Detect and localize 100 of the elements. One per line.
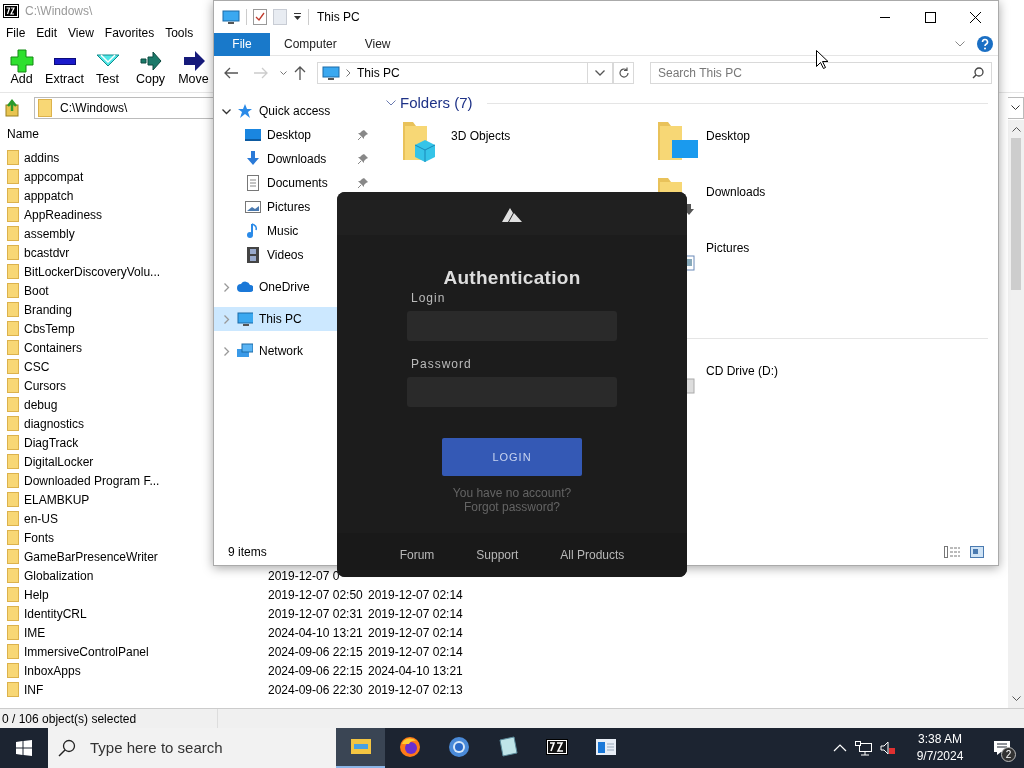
menu-item[interactable]: Tools (159, 23, 199, 42)
taskbar-app[interactable] (336, 728, 385, 768)
menu-item[interactable]: File (0, 23, 31, 42)
caret-icon (1012, 126, 1021, 132)
footer-link[interactable]: Support (476, 546, 519, 564)
notification-button[interactable]: 2 (980, 728, 1024, 768)
folder-icon (7, 169, 19, 184)
dropdown-button[interactable] (1008, 97, 1024, 119)
file-name[interactable]: GameBarPresenceWriter (24, 547, 158, 566)
expand-icon[interactable] (221, 346, 231, 356)
recent-button[interactable] (280, 71, 287, 75)
caret-icon (280, 71, 287, 75)
footer-link[interactable]: All Products (560, 546, 625, 564)
dropdown-icon[interactable] (595, 70, 606, 76)
file-name[interactable]: appcompat (24, 167, 84, 186)
file-name[interactable]: ImmersiveControlPanel (24, 642, 149, 661)
folder-icon (7, 283, 19, 298)
date-cell-text: 2019-12-07 02:31 (268, 605, 363, 623)
collapse-icon[interactable] (221, 106, 231, 116)
address-field[interactable]: This PC (317, 62, 589, 84)
file-name[interactable]: Cursors (24, 376, 66, 395)
back-button[interactable] (224, 66, 239, 80)
file-name[interactable]: IdentityCRL (24, 604, 87, 623)
folder-icon (7, 511, 19, 526)
folder-item[interactable]: Desktop (654, 120, 909, 176)
file-name[interactable]: bcastdvr (24, 243, 70, 262)
file-name[interactable]: CSC (24, 357, 50, 376)
file-name[interactable]: addins (24, 148, 60, 167)
file-name[interactable]: assembly (24, 224, 75, 243)
folder-icon (7, 264, 19, 279)
network-icon (855, 740, 873, 756)
toolbar-button[interactable]: Add (0, 43, 43, 92)
file-name[interactable]: Containers (24, 338, 83, 357)
up-folder-icon[interactable] (4, 99, 22, 117)
folder-icon (38, 99, 52, 117)
menu-item[interactable]: View (62, 23, 99, 42)
file-name[interactable]: IME (24, 623, 46, 642)
folder-item[interactable]: 3D Objects (399, 120, 654, 176)
nav-item[interactable]: Quick access (214, 99, 376, 123)
plus-icon (9, 48, 34, 73)
scrollbar[interactable] (1008, 120, 1024, 708)
file-name[interactable]: DigitalLocker (24, 452, 94, 471)
folder-icon (7, 606, 19, 621)
details-view-icon[interactable] (944, 546, 960, 558)
ribbon-tab[interactable]: File (214, 32, 270, 56)
nav-item[interactable]: Documents (214, 171, 376, 195)
windows-logo-icon (16, 740, 32, 756)
refresh-button[interactable] (613, 62, 634, 84)
file-name[interactable]: Downloaded Program F... (24, 471, 160, 490)
file-name[interactable]: BitLockerDiscoveryVolu... (24, 262, 161, 281)
file-name[interactable]: InboxApps (24, 661, 81, 680)
column-header[interactable]: Name (0, 123, 212, 145)
search-field[interactable]: Search This PC (650, 62, 992, 84)
nav-item[interactable]: Desktop (214, 123, 376, 147)
clock[interactable]: 3:38 AM 9/7/2024 (900, 731, 980, 765)
file-name[interactable]: en-US (24, 509, 58, 528)
file-name[interactable]: INF (24, 680, 44, 699)
login-button[interactable]: LOGIN (442, 438, 582, 476)
computer-icon (237, 311, 253, 327)
folder-icon (7, 644, 19, 659)
date-cell-text: 2024-09-06 22:15 (268, 662, 363, 680)
toolbar-button[interactable]: Extract (43, 43, 86, 92)
ribbon-tab[interactable]: Computer (270, 32, 351, 56)
menu-item[interactable]: Favorites (98, 23, 160, 42)
address-field[interactable]: C:\Windows\ (34, 97, 214, 119)
file-name[interactable]: DiagTrack (24, 433, 79, 452)
file-name[interactable]: apppatch (24, 186, 74, 205)
file-name[interactable]: Globalization (24, 566, 94, 585)
file-name[interactable]: Boot (24, 281, 49, 300)
toolbar-button[interactable]: Copy (129, 43, 172, 92)
chevron-icon[interactable] (955, 41, 965, 47)
file-name[interactable]: Fonts (24, 528, 54, 547)
browser-icon (447, 736, 470, 758)
nav-item[interactable]: Downloads (214, 147, 376, 171)
film-icon (245, 247, 261, 263)
checklist-icon[interactable] (253, 9, 267, 25)
caret-icon[interactable] (293, 13, 302, 21)
refresh-icon (617, 67, 630, 79)
file-name[interactable]: debug (24, 395, 58, 414)
up-button[interactable] (293, 66, 307, 80)
folder-icon (7, 207, 19, 222)
download-icon (245, 151, 261, 167)
scroll-thumb[interactable] (1011, 138, 1021, 290)
toolbar-button[interactable]: Test (86, 43, 129, 92)
toolbar-button[interactable]: Move (172, 43, 215, 92)
network-icon (237, 343, 253, 359)
search-box[interactable]: Type here to search (48, 728, 336, 768)
help-icon[interactable] (977, 36, 993, 52)
menu-item[interactable]: Edit (30, 23, 63, 42)
expand-icon[interactable] (221, 282, 231, 292)
file-name[interactable]: Branding (24, 300, 73, 319)
file-name[interactable]: Help (24, 585, 49, 604)
file-name[interactable]: AppReadiness (24, 205, 103, 224)
app-window-icon (594, 736, 617, 758)
file-name[interactable]: CbsTemp (24, 319, 75, 338)
file-name[interactable]: ELAMBKUP (24, 490, 90, 509)
footer-link[interactable]: Forum (399, 546, 435, 564)
tiles-view-icon[interactable] (970, 546, 984, 558)
file-name[interactable]: diagnostics (24, 414, 85, 433)
ribbon-tab[interactable]: View (350, 32, 405, 56)
